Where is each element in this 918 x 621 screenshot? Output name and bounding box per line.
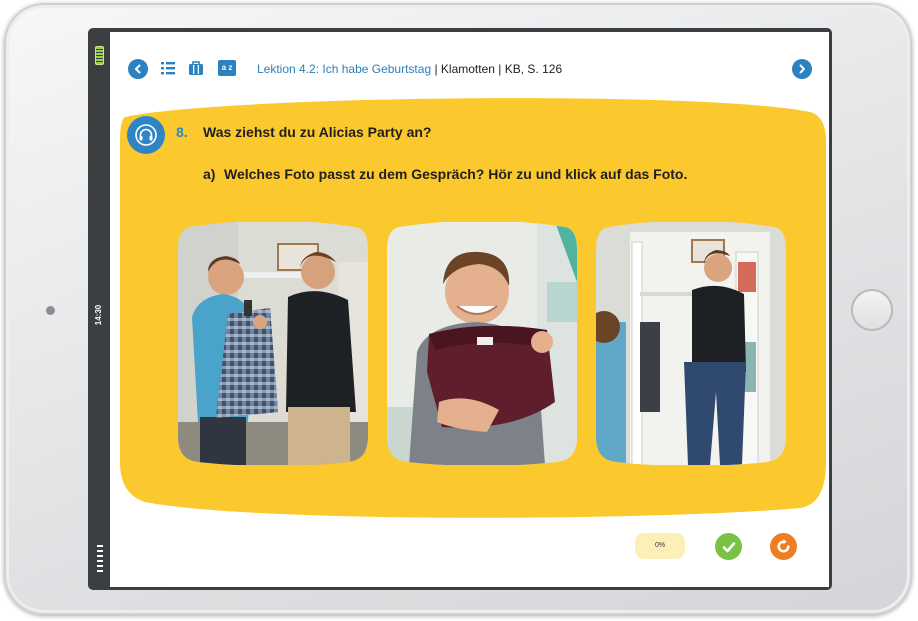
headphones-icon[interactable]: [127, 116, 165, 154]
photo-option-2[interactable]: [387, 222, 577, 465]
app-screen: a z Lektion 4.2: Ich habe Geburtstag | K…: [110, 32, 829, 587]
task-number: 8.: [176, 124, 188, 140]
battery-icon: [95, 46, 104, 65]
check-icon: [722, 541, 735, 552]
check-button[interactable]: [715, 533, 742, 560]
progress-indicator: 0%: [635, 533, 685, 559]
grip-icon: [97, 545, 103, 575]
subtask-instruction: Welches Foto passt zu dem Gespräch? Hör …: [224, 166, 688, 182]
subtask-letter: a): [203, 166, 216, 182]
camera-icon: [46, 306, 55, 315]
reset-button[interactable]: [770, 533, 797, 560]
reset-icon: [777, 539, 790, 553]
home-button[interactable]: [851, 289, 893, 331]
photo-option-3[interactable]: [596, 222, 786, 465]
task-title: Was ziehst du zu Alicias Party an?: [203, 124, 432, 140]
photo-option-1[interactable]: [178, 222, 368, 465]
